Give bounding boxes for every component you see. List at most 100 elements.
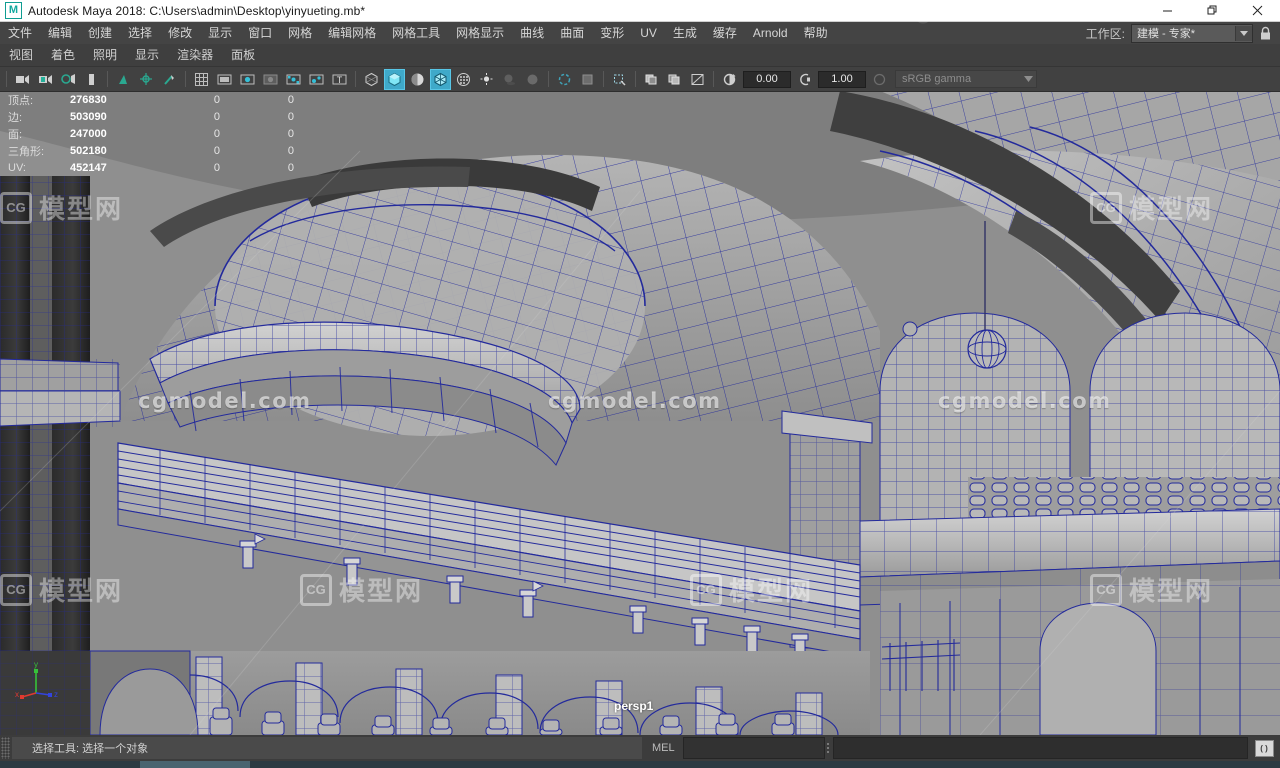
toolbar-divider xyxy=(107,71,108,87)
watermark-cgmodel-top: cgmodel.com xyxy=(900,0,1079,24)
menu-edit-mesh[interactable]: 编辑网格 xyxy=(320,22,384,44)
workspace-label: 工作区: xyxy=(1085,26,1125,41)
toolbar-divider xyxy=(185,71,186,87)
camera-attributes-icon[interactable] xyxy=(35,69,56,90)
wireframe-shading-icon[interactable] xyxy=(361,69,382,90)
mel-command-input[interactable] xyxy=(682,737,825,759)
gamma-icon[interactable] xyxy=(794,69,815,90)
xray-icon[interactable] xyxy=(609,69,630,90)
menu-mesh-tools[interactable]: 网格工具 xyxy=(384,22,448,44)
menu-cache[interactable]: 缓存 xyxy=(705,22,745,44)
menu-create[interactable]: 创建 xyxy=(80,22,120,44)
toolbar-divider xyxy=(355,71,356,87)
panel-menu-renderer[interactable]: 渲染器 xyxy=(168,44,222,66)
window-title: Autodesk Maya 2018: C:\Users\admin\Deskt… xyxy=(28,3,366,18)
menu-curves[interactable]: 曲线 xyxy=(512,22,552,44)
wireframe-on-shaded-icon[interactable] xyxy=(430,68,451,90)
script-editor-icon[interactable]: ( ) xyxy=(1252,737,1276,759)
hud-total: 503090 xyxy=(70,110,107,123)
resolution-gate-icon[interactable] xyxy=(237,69,258,90)
text-hud-icon[interactable]: T xyxy=(329,69,350,90)
hud-total: 452147 xyxy=(70,161,107,174)
chevron-down-icon[interactable] xyxy=(1235,25,1252,41)
exposure-value[interactable]: 0.00 xyxy=(743,70,791,88)
drag-handle[interactable] xyxy=(1,737,10,759)
bookmark-icon[interactable] xyxy=(58,69,79,90)
exposure-region-icon[interactable] xyxy=(283,69,304,90)
menu-windows[interactable]: 窗口 xyxy=(240,22,280,44)
gate-mask-icon[interactable] xyxy=(260,69,281,90)
film-gate-icon[interactable] xyxy=(214,69,235,90)
two-pane-icon[interactable] xyxy=(113,69,134,90)
panel-menu-shading[interactable]: 着色 xyxy=(42,44,84,66)
hud-label: 面: xyxy=(8,128,23,141)
minimize-icon[interactable] xyxy=(1145,0,1190,21)
menu-file[interactable]: 文件 xyxy=(0,22,40,44)
xray-active-components-icon[interactable] xyxy=(641,69,662,90)
xray-joints-toggle-icon[interactable] xyxy=(664,69,685,90)
axis-gizmo: y x z xyxy=(14,657,64,707)
motion-blur-icon[interactable] xyxy=(554,69,575,90)
ssao-icon[interactable] xyxy=(522,69,543,90)
shade-flat-icon[interactable] xyxy=(407,69,428,90)
viewport-toolbar: T 0.00 1.00 sRGB gamma xyxy=(0,67,1280,92)
menu-help[interactable]: 帮助 xyxy=(796,22,836,44)
close-icon[interactable] xyxy=(1235,0,1280,21)
hud-visible: 0 xyxy=(287,127,294,140)
restore-icon[interactable] xyxy=(1190,0,1235,21)
chevron-down-icon[interactable] xyxy=(1020,76,1036,82)
hud-visible: 0 xyxy=(287,110,294,123)
mel-language-label[interactable]: MEL xyxy=(642,742,683,754)
menu-deform[interactable]: 变形 xyxy=(592,22,632,44)
image-plane-icon[interactable] xyxy=(81,69,102,90)
xray-joints-icon[interactable] xyxy=(159,69,180,90)
exposure-gate-icon[interactable] xyxy=(687,69,708,90)
hud-label: 顶点: xyxy=(8,94,34,107)
panel-menu-show[interactable]: 显示 xyxy=(126,44,168,66)
menu-uv[interactable]: UV xyxy=(632,22,665,44)
menu-surfaces[interactable]: 曲面 xyxy=(552,22,592,44)
grid-toggle-icon[interactable] xyxy=(191,69,212,90)
hud-total: 247000 xyxy=(70,127,107,140)
menu-modify[interactable]: 修改 xyxy=(160,22,200,44)
hud-label: 边: xyxy=(8,111,23,124)
mel-result-field[interactable] xyxy=(832,737,1248,759)
depth-peel-icon[interactable] xyxy=(577,69,598,90)
menu-generate[interactable]: 生成 xyxy=(665,22,705,44)
multisample-icon[interactable] xyxy=(306,69,327,90)
menu-display[interactable]: 显示 xyxy=(200,22,240,44)
texture-toggle-icon[interactable] xyxy=(453,69,474,90)
viewport-3d[interactable]: 顶点: 276830 0 0 边: 503090 0 0 面: 247000 0… xyxy=(0,91,1280,735)
menu-select[interactable]: 选择 xyxy=(120,22,160,44)
shadows-icon[interactable] xyxy=(499,69,520,90)
panel-menu-panels[interactable]: 面板 xyxy=(222,44,264,66)
panel-menu-lighting[interactable]: 照明 xyxy=(84,44,126,66)
isolate-select-icon[interactable] xyxy=(136,69,157,90)
menu-mesh[interactable]: 网格 xyxy=(280,22,320,44)
gamma-value[interactable]: 1.00 xyxy=(818,70,866,88)
hud-visible: 0 xyxy=(287,161,294,174)
hud-row-edges: 边: 503090 0 0 xyxy=(8,108,294,125)
menu-edit[interactable]: 编辑 xyxy=(40,22,80,44)
toolbar-divider xyxy=(635,71,636,87)
exposure-icon[interactable] xyxy=(719,69,740,90)
svg-text:y: y xyxy=(34,660,38,669)
hud-visible: 0 xyxy=(287,93,294,106)
workspace-dropdown[interactable]: 建模 - 专家* xyxy=(1131,23,1253,43)
hud-visible: 0 xyxy=(287,144,294,157)
select-camera-icon[interactable] xyxy=(12,69,33,90)
toolbar-divider xyxy=(6,71,7,87)
toolbar-divider xyxy=(548,71,549,87)
mel-resize-handle[interactable] xyxy=(825,738,831,758)
smooth-shade-all-icon[interactable] xyxy=(384,68,405,90)
hud-total: 276830 xyxy=(70,93,107,106)
color-space-dropdown[interactable]: sRGB gamma xyxy=(895,70,1037,88)
taskbar-active-item[interactable] xyxy=(140,761,250,768)
menu-mesh-display[interactable]: 网格显示 xyxy=(448,22,512,44)
menu-arnold[interactable]: Arnold xyxy=(745,22,796,44)
hud-selected: 0 xyxy=(213,161,220,174)
lighting-toggle-icon[interactable] xyxy=(476,69,497,90)
panel-menu-view[interactable]: 视图 xyxy=(0,44,42,66)
command-line-bar: 选择工具: 选择一个对象 MEL ( ) xyxy=(0,735,1280,761)
lock-icon[interactable] xyxy=(1259,26,1272,41)
